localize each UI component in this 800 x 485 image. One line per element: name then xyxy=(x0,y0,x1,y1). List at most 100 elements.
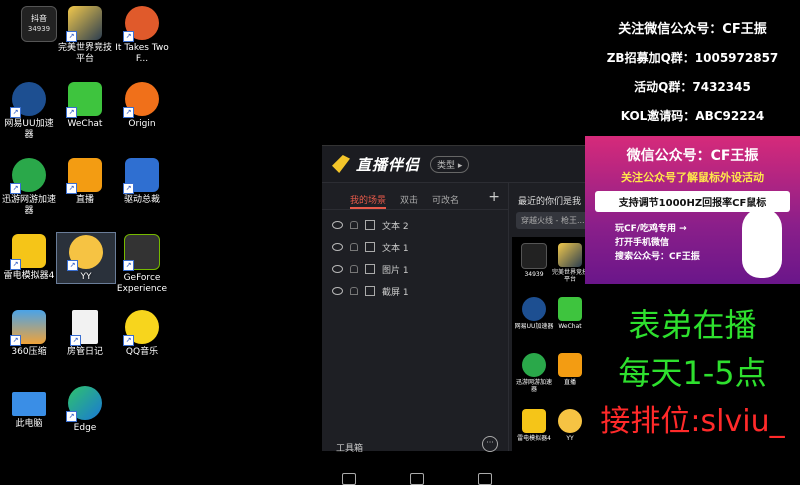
layer-label: 截屏 1 xyxy=(382,287,409,298)
toolbox-label: 工具箱 xyxy=(336,444,364,454)
layer-item[interactable]: 截屏 1 xyxy=(322,280,508,302)
desktop-icon-label: 房管日记 xyxy=(66,347,103,357)
desktop-icon-it-takes-two[interactable]: ↗ It Takes Two F... xyxy=(113,6,171,65)
overlay-recruit-line: ZB招募加Q群：1005972857 xyxy=(606,51,779,65)
image-layer-icon xyxy=(365,264,375,274)
xunyou-icon xyxy=(522,353,546,377)
douyin-icon xyxy=(521,243,547,269)
desktop-icon-origin[interactable]: ↗ Origin xyxy=(113,82,171,130)
ad-title: 微信公众号：CF王振 xyxy=(626,148,759,164)
overlay-kol-line: KOL邀请码：ABC92224 xyxy=(620,109,765,123)
desktop-icon-label: 直播 xyxy=(75,195,94,205)
qqmusic-icon: ↗ xyxy=(123,310,159,346)
stream-overlay: 关注微信公众号：CF王振 ZB招募加Q群：1005972857 活动Q群：743… xyxy=(585,0,800,450)
tab-double-click[interactable]: 双击 xyxy=(400,193,418,209)
uu-accelerator-icon: ↗ xyxy=(10,82,46,118)
lock-icon[interactable] xyxy=(350,243,358,251)
ad-subtitle: 关注公众号了解鼠标外设活动 xyxy=(621,171,764,184)
zip-icon: ↗ xyxy=(10,310,46,346)
layer-list: 文本 2 文本 1 图片 1 截屏 1 xyxy=(322,210,508,302)
wechat-icon xyxy=(558,297,582,321)
douyin-icon: 抖音 34939 xyxy=(21,6,57,42)
preview-icon: 34939 xyxy=(514,243,554,278)
game-chip[interactable]: 穿越火线 - 枪王... xyxy=(516,212,590,229)
preview-label: 迅游网游加速器 xyxy=(515,379,552,393)
preview-icon: 网易UU加速器 xyxy=(514,297,554,330)
desktop-icon-wechat[interactable]: ↗ WeChat xyxy=(56,82,114,130)
text-layer-icon xyxy=(365,220,375,230)
desktop-icon-label: 网易UU加速器 xyxy=(4,119,54,140)
desktop-icon-label: GeForce Experience xyxy=(116,273,168,294)
desktop-icon-diary[interactable]: ↗ 房管日记 xyxy=(56,310,114,358)
geforce-icon: ↗ xyxy=(123,234,160,271)
overlay-ranked-text: 接排位:slviu_ xyxy=(600,404,785,439)
text-layer-icon xyxy=(365,242,375,252)
desktop-icon-ldplayer[interactable]: ↗ 雷电模拟器4 xyxy=(0,234,58,282)
preview-label: 网易UU加速器 xyxy=(514,323,554,330)
preview-icon: 完美世界竞技平台 xyxy=(550,243,585,283)
eye-icon[interactable] xyxy=(332,221,343,229)
live-streaming-icon xyxy=(558,353,582,377)
yy-icon: ↗ xyxy=(67,235,103,271)
desktop-icon-geforce[interactable]: ↗ GeForce Experience xyxy=(113,234,171,295)
mouse-advert: 微信公众号：CF王振 关注公众号了解鼠标外设活动 支持调节1000HZ回报率CF… xyxy=(585,136,800,284)
desktop-icon-label: 迅游网游加速器 xyxy=(1,195,56,216)
preview-label: 完美世界竞技平台 xyxy=(551,269,585,283)
eye-icon[interactable] xyxy=(332,287,343,295)
preview-label: YY xyxy=(566,435,574,442)
uu-accelerator-icon xyxy=(522,297,546,321)
desktop-icon-label: YY xyxy=(80,272,92,282)
desktop-icon-label: It Takes Two F... xyxy=(115,43,169,64)
check-icon[interactable] xyxy=(478,473,492,485)
layer-item[interactable]: 文本 1 xyxy=(322,236,508,258)
desktop-icon-label: 雷电模拟器4 xyxy=(3,271,55,281)
desktop-icon-perfect-world[interactable]: ↗ 完美世界竞技平台 xyxy=(56,6,114,65)
desktop-icon-xunyou[interactable]: ↗ 迅游网游加速器 xyxy=(0,158,58,217)
it-takes-two-icon: ↗ xyxy=(123,6,159,42)
perfect-world-icon xyxy=(558,243,582,267)
ldplayer-icon xyxy=(522,409,546,433)
preview-canvas[interactable]: 34939 完美世界竞技平台 网易UU加速器 WeChat 迅游网游加速器 直播… xyxy=(512,237,585,451)
desktop-icon-yy[interactable]: ↗ YY xyxy=(56,232,116,284)
app-name: 直播伴侣 xyxy=(356,155,421,174)
preview-label: 34939 xyxy=(524,271,544,278)
live-streaming-icon: ↗ xyxy=(66,158,102,194)
scene-panel: 我的场景 双击 可改名 + 文本 2 文本 1 图片 1 截屏 1 工具箱 ··… xyxy=(322,183,509,485)
add-source-button[interactable]: + xyxy=(488,189,500,205)
desktop-icon-edge[interactable]: ↗ Edge xyxy=(56,386,114,434)
scene-tabs: 我的场景 双击 可改名 xyxy=(322,183,508,210)
desktop-icon-label: QQ音乐 xyxy=(125,347,159,357)
desktop-icon-qqmusic[interactable]: ↗ QQ音乐 xyxy=(113,310,171,358)
recent-label: 最近的你们是我 xyxy=(518,197,582,207)
layer-label: 图片 1 xyxy=(382,265,409,276)
yy-icon xyxy=(558,409,582,433)
preview-label: WeChat xyxy=(558,323,582,330)
desktop-icon-this-pc[interactable]: 此电脑 xyxy=(0,386,58,430)
ldplayer-icon: ↗ xyxy=(10,234,46,270)
desktop-icon-label: 完美世界竞技平台 xyxy=(57,43,112,64)
desktop-icon-360zip[interactable]: ↗ 360压缩 xyxy=(0,310,58,358)
lock-icon[interactable] xyxy=(350,287,358,295)
document-icon[interactable] xyxy=(342,473,356,485)
preview-label: 雷电模拟器4 xyxy=(517,435,551,442)
user-icon[interactable] xyxy=(410,473,424,485)
layer-item[interactable]: 图片 1 xyxy=(322,258,508,280)
eye-icon[interactable] xyxy=(332,243,343,251)
lock-icon[interactable] xyxy=(350,221,358,229)
desktop-icon-uu[interactable]: ↗ 网易UU加速器 xyxy=(0,82,58,141)
preview-icon: 直播 xyxy=(550,353,585,386)
lock-icon[interactable] xyxy=(350,265,358,273)
origin-icon: ↗ xyxy=(123,82,159,118)
desktop-icon-live[interactable]: ↗ 直播 xyxy=(56,158,114,206)
overlay-streaming-text: 表弟在播 xyxy=(628,306,757,344)
tab-rename[interactable]: 可改名 xyxy=(432,193,459,209)
layer-item[interactable]: 文本 2 xyxy=(322,214,508,236)
layer-label: 文本 2 xyxy=(382,221,409,232)
overlay-wechat-line: 关注微信公众号：CF王振 xyxy=(618,22,767,37)
overlay-schedule-text: 每天1-5点 xyxy=(618,354,767,392)
preview-icon: 迅游网游加速器 xyxy=(514,353,554,393)
type-button[interactable]: 类型 ▸ xyxy=(430,155,470,173)
eye-icon[interactable] xyxy=(332,265,343,273)
desktop-icon-driver[interactable]: ↗ 驱动总裁 xyxy=(113,158,171,206)
tab-my-scenes[interactable]: 我的场景 xyxy=(350,193,387,209)
